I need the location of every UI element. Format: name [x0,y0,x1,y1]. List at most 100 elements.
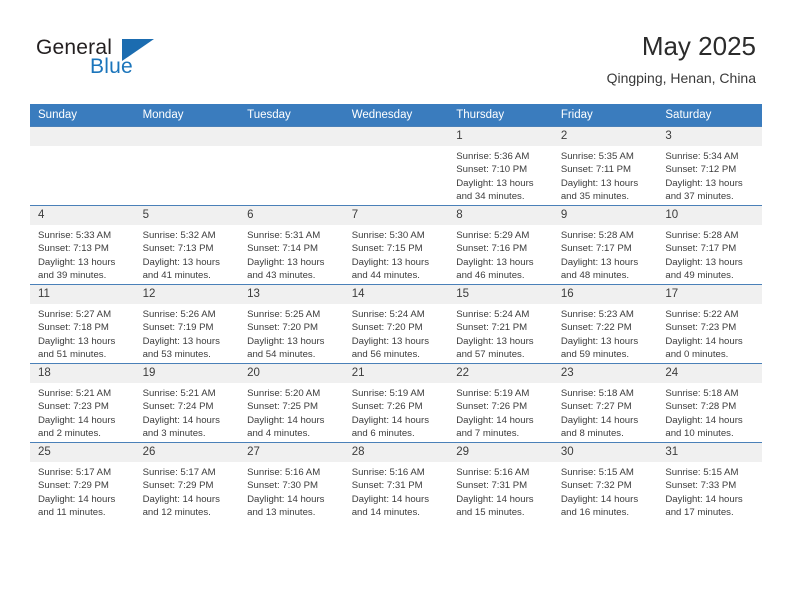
daylight-text-line2: and 14 minutes. [351,507,420,519]
day-number [239,127,344,146]
day-number: 25 [30,443,135,462]
calendar-page: General Blue May 2025 Qingping, Henan, C… [0,0,792,612]
sunset-text: Sunset: 7:25 PM [247,401,319,413]
calendar-day-cell[interactable]: 10 Sunrise: 5:28 AM Sunset: 7:17 PM Dayligh… [657,205,762,285]
day-details: Sunrise: 5:29 AM Sunset: 7:16 PM Daylight:… [448,225,553,283]
day-number: 11 [30,285,135,304]
sunrise-text: Sunrise: 5:33 AM [38,230,112,241]
page-header: General Blue May 2025 Qingping, Henan, C… [0,0,792,104]
sunset-text: Sunset: 7:18 PM [38,322,109,334]
day-number: 8 [448,206,553,225]
sunset-text: Sunset: 7:29 PM [38,480,109,492]
sunrise-text: Sunrise: 5:27 AM [38,309,112,320]
sunrise-text: Sunrise: 5:15 AM [665,467,739,478]
calendar-day-cell[interactable]: 8 Sunrise: 5:29 AM Sunset: 7:16 PM Daylight… [448,205,553,285]
calendar-day-cell[interactable]: 1 Sunrise: 5:36 AM Sunset: 7:10 PM Daylight… [448,126,553,206]
calendar-day-cell[interactable]: 5 Sunrise: 5:32 AM Sunset: 7:13 PM Daylight… [134,205,240,285]
day-number: 19 [134,364,240,383]
calendar-day-cell[interactable]: 19 Sunrise: 5:21 AM Sunset: 7:24 PM Dayligh… [134,363,240,443]
calendar-body: 1 Sunrise: 5:36 AM Sunset: 7:10 PM Daylight… [30,126,762,521]
sunrise-text: Sunrise: 5:28 AM [560,230,634,241]
calendar-day-cell[interactable]: 7 Sunrise: 5:30 AM Sunset: 7:15 PM Daylight… [343,205,449,285]
general-blue-logo[interactable]: General Blue [36,36,176,82]
calendar-day-cell[interactable]: 4 Sunrise: 5:33 AM Sunset: 7:13 PM Daylight… [30,205,135,285]
day-number: 21 [343,364,449,383]
sunrise-text: Sunrise: 5:29 AM [456,230,530,241]
calendar-day-cell[interactable]: 26 Sunrise: 5:17 AM Sunset: 7:29 PM Dayligh… [134,442,240,521]
daylight-text-line1: Daylight: 14 hours [456,414,534,426]
sunset-text: Sunset: 7:29 PM [142,480,214,492]
daylight-text-line1: Daylight: 13 hours [560,177,639,189]
logo-text-blue: Blue [90,55,133,78]
daylight-text-line1: Daylight: 14 hours [560,414,639,426]
day-number: 3 [657,127,762,146]
day-number: 16 [552,285,658,304]
sunrise-text: Sunrise: 5:30 AM [351,230,425,241]
day-details: Sunrise: 5:34 AM Sunset: 7:12 PM Daylight:… [657,146,762,204]
calendar-day-cell[interactable]: 15 Sunrise: 5:24 AM Sunset: 7:21 PM Dayligh… [448,284,553,364]
calendar-day-cell[interactable]: 11 Sunrise: 5:27 AM Sunset: 7:18 PM Dayligh… [30,284,135,364]
calendar-day-cell[interactable]: 21 Sunrise: 5:19 AM Sunset: 7:26 PM Dayligh… [343,363,449,443]
daylight-text-line1: Daylight: 13 hours [351,256,430,268]
calendar-day-cell[interactable]: 20 Sunrise: 5:20 AM Sunset: 7:25 PM Dayligh… [239,363,344,443]
weekday-header-monday: Monday [134,104,240,127]
day-number: 13 [239,285,344,304]
daylight-text-line2: and 51 minutes. [38,349,107,361]
calendar-day-cell[interactable]: 13 Sunrise: 5:25 AM Sunset: 7:20 PM Dayligh… [239,284,344,364]
calendar-day-cell[interactable]: 14 Sunrise: 5:24 AM Sunset: 7:20 PM Dayligh… [343,284,449,364]
calendar-day-cell[interactable]: 27 Sunrise: 5:16 AM Sunset: 7:30 PM Dayligh… [239,442,344,521]
calendar-day-cell[interactable]: 22 Sunrise: 5:19 AM Sunset: 7:26 PM Dayligh… [448,363,553,443]
calendar-day-cell[interactable]: 3 Sunrise: 5:34 AM Sunset: 7:12 PM Daylight… [657,126,762,206]
calendar-day-cell[interactable]: 6 Sunrise: 5:31 AM Sunset: 7:14 PM Daylight… [239,205,344,285]
sunrise-text: Sunrise: 5:34 AM [665,151,739,162]
calendar-day-cell[interactable]: 12 Sunrise: 5:26 AM Sunset: 7:19 PM Dayligh… [134,284,240,364]
sunset-text: Sunset: 7:31 PM [351,480,423,492]
sunrise-text: Sunrise: 5:17 AM [38,467,112,478]
sunrise-text: Sunrise: 5:21 AM [38,388,112,399]
sunset-text: Sunset: 7:17 PM [560,243,632,255]
calendar-day-cell[interactable]: 18 Sunrise: 5:21 AM Sunset: 7:23 PM Dayligh… [30,363,135,443]
sunrise-text: Sunrise: 5:28 AM [665,230,739,241]
daylight-text-line2: and 44 minutes. [351,270,420,282]
daylight-text-line1: Daylight: 14 hours [142,493,220,505]
calendar-day-cell[interactable]: 24 Sunrise: 5:18 AM Sunset: 7:28 PM Dayligh… [657,363,762,443]
sunrise-text: Sunrise: 5:17 AM [142,467,216,478]
day-number: 27 [239,443,344,462]
daylight-text-line2: and 10 minutes. [665,428,734,440]
day-details: Sunrise: 5:33 AM Sunset: 7:13 PM Daylight:… [30,225,135,283]
day-details: Sunrise: 5:21 AM Sunset: 7:23 PM Daylight:… [30,383,135,441]
calendar-day-cell[interactable]: 23 Sunrise: 5:18 AM Sunset: 7:27 PM Dayligh… [552,363,658,443]
sunset-text: Sunset: 7:27 PM [560,401,632,413]
daylight-text-line2: and 13 minutes. [247,507,316,519]
calendar-day-cell[interactable]: 31 Sunrise: 5:15 AM Sunset: 7:33 PM Dayligh… [657,442,762,521]
calendar-day-cell[interactable]: 2 Sunrise: 5:35 AM Sunset: 7:11 PM Daylight… [552,126,658,206]
day-number: 12 [134,285,240,304]
calendar-day-cell[interactable]: 29 Sunrise: 5:16 AM Sunset: 7:31 PM Dayligh… [448,442,553,521]
day-details: Sunrise: 5:35 AM Sunset: 7:11 PM Daylight:… [553,146,658,204]
day-number: 18 [30,364,135,383]
sunset-text: Sunset: 7:19 PM [142,322,214,334]
sunset-text: Sunset: 7:20 PM [351,322,423,334]
weekday-header-friday: Friday [552,104,658,127]
calendar-day-cell[interactable]: 9 Sunrise: 5:28 AM Sunset: 7:17 PM Daylight… [552,205,658,285]
calendar-day-cell[interactable]: 28 Sunrise: 5:16 AM Sunset: 7:31 PM Dayligh… [343,442,449,521]
sunrise-text: Sunrise: 5:23 AM [560,309,634,320]
calendar-day-cell[interactable]: 16 Sunrise: 5:23 AM Sunset: 7:22 PM Dayligh… [552,284,658,364]
daylight-text-line1: Daylight: 13 hours [560,256,639,268]
sunset-text: Sunset: 7:30 PM [247,480,319,492]
daylight-text-line2: and 59 minutes. [560,349,630,361]
location-subtitle: Qingping, Henan, China [606,70,756,86]
daylight-text-line2: and 34 minutes. [456,191,525,203]
sunset-text: Sunset: 7:23 PM [665,322,737,334]
calendar-day-cell[interactable]: 25 Sunrise: 5:17 AM Sunset: 7:29 PM Dayligh… [30,442,135,521]
sunset-text: Sunset: 7:24 PM [142,401,214,413]
day-number: 7 [343,206,449,225]
sunrise-text: Sunrise: 5:35 AM [560,151,634,162]
day-number [30,127,135,146]
title-block: May 2025 Qingping, Henan, China [607,30,756,88]
calendar-day-cell[interactable]: 30 Sunrise: 5:15 AM Sunset: 7:32 PM Dayligh… [552,442,658,521]
day-details: Sunrise: 5:36 AM Sunset: 7:10 PM Daylight:… [448,146,553,204]
sunset-text: Sunset: 7:23 PM [38,401,109,413]
calendar-day-cell[interactable]: 17 Sunrise: 5:22 AM Sunset: 7:23 PM Dayligh… [657,284,762,364]
day-number [134,127,240,146]
